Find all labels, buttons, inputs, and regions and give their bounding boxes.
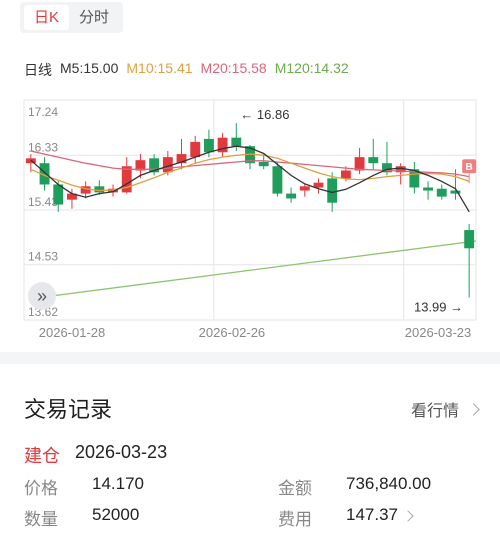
x-tick-label: 2026-02-26 <box>199 325 266 340</box>
y-tick-label: 14.53 <box>28 250 58 264</box>
fee-value-group[interactable]: 147.37 <box>346 505 414 525</box>
fee-value: 147.37 <box>346 505 398 524</box>
legend-daily-line: 日线 <box>24 62 52 78</box>
x-tick-label: 2026-01-28 <box>39 325 106 340</box>
legend-ma120: M120:14.32 <box>274 60 349 76</box>
tab-intraday[interactable]: 分时 <box>69 5 119 30</box>
candle-body <box>340 170 351 179</box>
candle-body <box>464 230 475 249</box>
fee-label: 费用 <box>278 510 312 529</box>
legend-ma10: M10:15.41 <box>126 60 193 76</box>
legend-ma20: M20:15.58 <box>200 60 267 76</box>
candle-body <box>286 193 297 199</box>
buy-marker-label: B <box>466 162 473 173</box>
candlestick-chart[interactable]: 17.2416.3315.4314.5313.622026-01-28 2026-… <box>0 88 500 343</box>
x-tick-label: 2026-03-23 <box>405 325 472 340</box>
trade-type-label: 建仓 <box>24 446 60 466</box>
candle-body <box>327 178 338 203</box>
max-price-annotation: ← 16.86 <box>240 107 289 122</box>
amount-row: 金额 736,840.00 <box>278 474 431 499</box>
candle-body <box>313 182 324 188</box>
price-label: 价格 <box>24 479 58 498</box>
price-row: 价格 14.170 <box>24 474 144 499</box>
candle-body <box>368 157 379 164</box>
moving-average-legend: 日线 M5:15.00 M10:15.41 M20:15.58 M120:14.… <box>24 60 349 80</box>
quantity-label: 数量 <box>24 510 58 529</box>
candle-body <box>94 186 105 193</box>
candle-body <box>423 187 433 191</box>
quantity-value: 52000 <box>92 505 140 524</box>
candle-body <box>231 137 242 147</box>
section-divider <box>0 352 500 364</box>
tab-daily-k[interactable]: 日K <box>24 5 70 30</box>
y-tick-label: 17.24 <box>28 105 58 119</box>
chevron-right-icon <box>467 402 480 416</box>
period-tabs: 日K 分时 <box>20 2 124 33</box>
candle-body <box>203 138 214 153</box>
candle-body <box>190 141 201 158</box>
y-tick-label: 16.33 <box>28 140 58 154</box>
chevron-right-icon <box>402 510 414 522</box>
view-market-label: 看行情 <box>410 403 459 420</box>
price-value: 14.170 <box>92 474 144 493</box>
expand-chart-button[interactable]: » <box>28 282 56 310</box>
candle-body <box>450 190 461 194</box>
ma120-line <box>29 240 477 300</box>
trade-date: 2026-03-23 <box>75 442 168 462</box>
amount-label: 金额 <box>278 479 312 498</box>
candle-body <box>436 188 447 197</box>
candle-body <box>258 161 269 167</box>
candle-body <box>272 166 283 194</box>
view-market-link[interactable]: 看行情 <box>410 397 480 421</box>
quantity-row: 数量 52000 <box>24 505 139 530</box>
double-chevron-right-icon: » <box>36 286 47 306</box>
amount-value: 736,840.00 <box>346 474 432 493</box>
candle-body <box>299 186 310 191</box>
fee-row[interactable]: 费用 147.37 <box>278 505 414 530</box>
trade-records-title: 交易记录 <box>24 397 113 422</box>
legend-ma5: M5:15.00 <box>60 60 119 76</box>
min-price-annotation: 13.99 → <box>414 300 463 315</box>
